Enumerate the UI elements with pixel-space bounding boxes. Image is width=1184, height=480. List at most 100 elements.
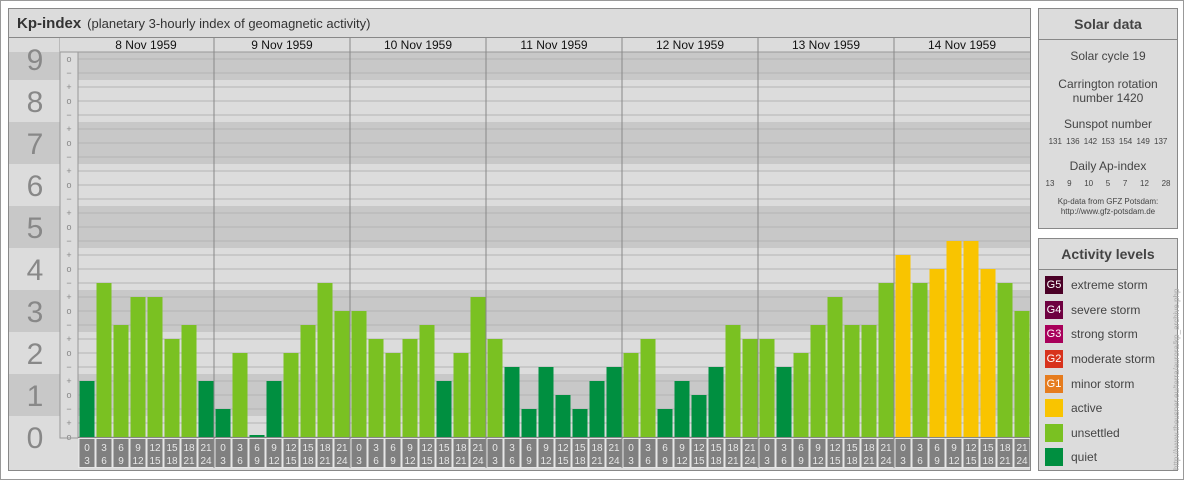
hour-start: 21 [744, 443, 756, 454]
hour-start: 21 [880, 443, 892, 454]
hour-end: 9 [254, 456, 260, 467]
legend-label: unsettled [1071, 425, 1120, 440]
legend-item-minor-storm: G1 minor storm [1039, 371, 1177, 396]
y-minor-tick: + [66, 82, 71, 92]
solar-data-panel: Solar data Solar cycle 19 Carrington rot… [1038, 8, 1178, 229]
hour-end: 15 [965, 456, 977, 467]
kp-bar [351, 311, 367, 437]
y-minor-tick: − [66, 110, 71, 120]
hour-end: 3 [356, 456, 362, 467]
hour-end: 18 [710, 456, 722, 467]
legend-item-active: active [1039, 396, 1177, 421]
hour-start: 0 [628, 443, 634, 454]
kp-bar [249, 435, 265, 437]
kp-bar [402, 339, 418, 437]
kp-bar [487, 339, 503, 437]
y-minor-tick: o [66, 96, 71, 106]
hour-start: 15 [302, 443, 314, 454]
legend-swatch [1045, 448, 1063, 467]
kp-bar [844, 325, 860, 437]
kp-bar [929, 269, 945, 437]
hour-start: 6 [254, 443, 260, 454]
hour-end: 9 [798, 456, 804, 467]
hour-start: 3 [237, 443, 243, 454]
hour-start: 9 [679, 443, 685, 454]
kp-bar [691, 395, 707, 437]
date-label: 14 Nov 1959 [928, 38, 996, 52]
hour-end: 18 [982, 456, 994, 467]
hour-end: 24 [200, 456, 212, 467]
hour-end: 21 [863, 456, 875, 467]
y-minor-tick: − [66, 278, 71, 288]
carrington-line-2: number 1420 [1072, 91, 1144, 105]
y-minor-tick: + [66, 124, 71, 134]
hour-end: 12 [676, 456, 688, 467]
hour-end: 9 [390, 456, 396, 467]
hour-start: 15 [438, 443, 450, 454]
hour-start: 12 [829, 443, 841, 454]
legend-label: quiet [1071, 450, 1098, 465]
y-minor-tick: o [66, 390, 71, 400]
hour-start: 12 [285, 443, 297, 454]
legend-item-severe-storm: G4 severe storm [1039, 298, 1177, 323]
hour-end: 21 [591, 456, 603, 467]
kp-bar [504, 367, 520, 437]
hour-end: 12 [540, 456, 552, 467]
levels-title: Activity levels [1039, 239, 1177, 270]
kp-bar [181, 325, 197, 437]
hour-start: 6 [118, 443, 124, 454]
hour-start: 9 [135, 443, 141, 454]
hour-start: 3 [509, 443, 515, 454]
hour-start: 6 [526, 443, 532, 454]
kp-bar [96, 283, 112, 437]
kp-bar [334, 311, 350, 437]
kp-bar [810, 325, 826, 437]
hour-end: 18 [438, 456, 450, 467]
kp-bar-chart: 0123456789o+−o+−o+−o+−o+−o+−o+−o+−o+−o8 … [8, 37, 1031, 468]
kp-bar [742, 339, 758, 437]
kp-bar [453, 353, 469, 437]
y-minor-tick: + [66, 292, 71, 302]
y-tick-label: 7 [27, 128, 44, 161]
kp-bar [946, 241, 962, 437]
legend-swatch: G5 [1045, 276, 1063, 295]
kp-bar [300, 325, 316, 437]
solar-title: Solar data [1039, 9, 1177, 40]
ap-label: Daily Ap-index [1069, 159, 1147, 173]
legend-item-unsettled: unsettled [1039, 421, 1177, 446]
hour-end: 24 [1016, 456, 1028, 467]
kp-bar [674, 381, 690, 437]
kp-bar [198, 381, 214, 437]
kp-bar [640, 339, 656, 437]
kp-bar [572, 409, 588, 437]
hour-end: 9 [934, 456, 940, 467]
y-tick-label: 0 [27, 422, 44, 455]
y-band [78, 52, 1030, 80]
legend-label: minor storm [1071, 376, 1135, 391]
kp-bar [793, 353, 809, 437]
hour-end: 21 [999, 456, 1011, 467]
hour-start: 18 [591, 443, 603, 454]
kp-bar [980, 269, 996, 437]
kp-bar [912, 283, 928, 437]
kp-bar [521, 409, 537, 437]
hour-end: 24 [472, 456, 484, 467]
kp-bar [827, 297, 843, 437]
hour-start: 15 [574, 443, 586, 454]
kp-bar [113, 325, 129, 437]
hour-start: 0 [220, 443, 226, 454]
kp-bar [555, 395, 571, 437]
hour-start: 12 [965, 443, 977, 454]
kp-bar [130, 297, 146, 437]
hour-start: 9 [951, 443, 957, 454]
hour-start: 18 [183, 443, 195, 454]
hour-end: 12 [948, 456, 960, 467]
date-label: 11 Nov 1959 [520, 38, 587, 52]
ap-values: 13 9 10 5 7 12 28 [1045, 179, 1171, 188]
source-link[interactable]: http://www.gfz-potsdam.de [1039, 207, 1177, 217]
y-minor-tick: o [66, 138, 71, 148]
y-tick-label: 6 [27, 170, 44, 203]
y-minor-tick: + [66, 418, 71, 428]
kp-bar [1014, 311, 1030, 437]
hour-start: 0 [900, 443, 906, 454]
